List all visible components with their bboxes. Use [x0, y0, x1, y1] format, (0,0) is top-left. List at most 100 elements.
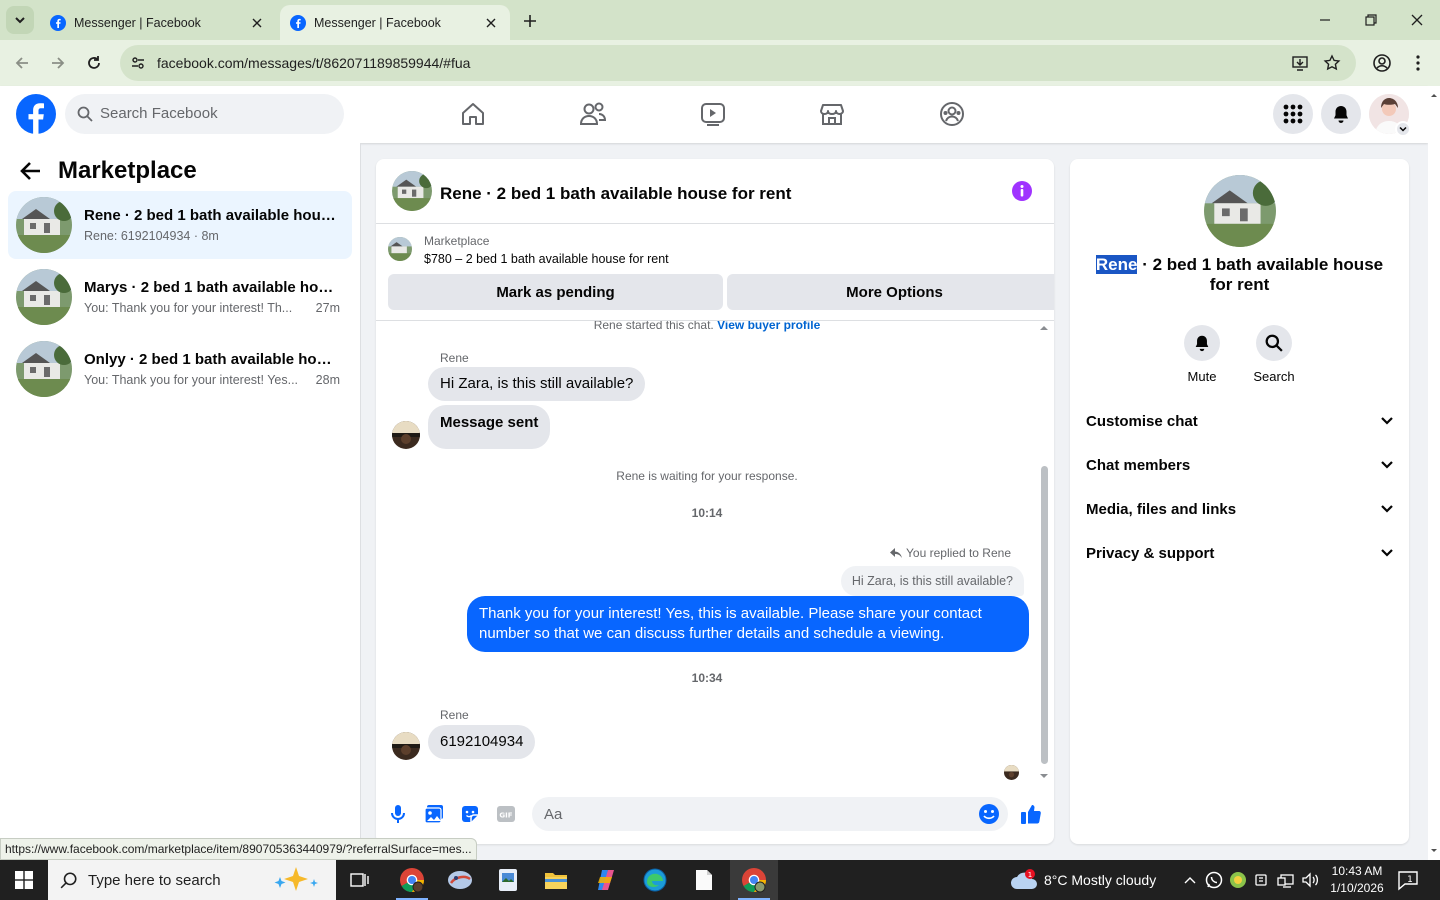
taskbar-app-game[interactable] — [436, 860, 484, 900]
message-thread[interactable]: Rene started this chat. View buyer profi… — [376, 321, 1054, 783]
message-input[interactable]: Aa — [532, 797, 1008, 831]
like-button[interactable] — [1020, 803, 1042, 825]
search-action[interactable]: Search — [1244, 325, 1304, 384]
bookmark-star-icon[interactable] — [1322, 53, 1342, 73]
mark-as-pending-button[interactable]: Mark as pending — [388, 274, 723, 310]
privacy-support-row[interactable]: Privacy & support — [1078, 531, 1401, 575]
taskbar-search-box[interactable]: Type here to search — [48, 860, 336, 900]
tray-meet-now[interactable] — [1252, 870, 1272, 890]
chrome-menu-button[interactable] — [1404, 49, 1432, 77]
listing-thumbnail[interactable] — [388, 237, 412, 261]
tray-volume[interactable] — [1300, 870, 1320, 890]
waiting-note: Rene is waiting for your response. — [616, 469, 798, 483]
taskbar-file-explorer[interactable] — [532, 860, 580, 900]
install-app-icon[interactable] — [1290, 53, 1310, 73]
scroll-up-arrow-icon[interactable] — [1428, 89, 1440, 101]
incoming-message[interactable]: Hi Zara, is this still available? — [428, 367, 646, 401]
profile-chrome-button[interactable] — [1368, 49, 1396, 77]
restore-button[interactable] — [1348, 0, 1394, 40]
attach-photo-button[interactable] — [423, 803, 445, 825]
tab-close-icon[interactable] — [482, 14, 500, 32]
chat-members-row[interactable]: Chat members — [1078, 443, 1401, 487]
start-button[interactable] — [0, 860, 48, 900]
forward-button[interactable] — [44, 49, 72, 77]
taskbar-notepad[interactable] — [680, 860, 728, 900]
voice-clip-button[interactable] — [387, 803, 409, 825]
conversation-item[interactable]: Marys · 2 bed 1 bath available house for… — [8, 263, 352, 331]
back-arrow-icon[interactable] — [20, 161, 42, 181]
chat-avatar[interactable] — [392, 171, 432, 211]
nav-video[interactable] — [698, 99, 728, 129]
reload-button[interactable] — [80, 49, 108, 77]
nav-groups[interactable] — [937, 99, 967, 129]
scroll-up-arrow-icon[interactable] — [1038, 323, 1050, 333]
facebook-search-input[interactable]: Search Facebook — [65, 94, 344, 134]
incoming-message[interactable]: Message sent — [428, 405, 551, 449]
account-caret[interactable] — [1395, 121, 1411, 137]
outgoing-message[interactable]: Thank you for your interest! Yes, this i… — [467, 596, 1029, 652]
message-scrollbar[interactable] — [1038, 321, 1050, 783]
listing-avatar[interactable] — [1204, 175, 1276, 247]
conversation-item[interactable]: Onlyy · 2 bed 1 bath available house for… — [8, 335, 352, 403]
tray-whatsapp[interactable] — [1204, 870, 1224, 890]
nav-marketplace[interactable] — [817, 99, 847, 129]
marketplace-label: Marketplace — [424, 234, 490, 248]
search-in-chat-button[interactable] — [1256, 325, 1292, 361]
taskbar-edge[interactable] — [631, 860, 679, 900]
task-view-button[interactable] — [336, 860, 384, 900]
close-window-button[interactable] — [1394, 0, 1440, 40]
sender-avatar[interactable] — [392, 732, 420, 760]
view-buyer-profile-link[interactable]: View buyer profile — [717, 321, 820, 332]
mute-action[interactable]: Mute — [1172, 325, 1232, 384]
sender-avatar[interactable] — [392, 421, 420, 449]
browser-tab-active[interactable]: Messenger | Facebook — [280, 5, 510, 40]
selected-text: Rene — [1095, 255, 1138, 274]
marketplace-listing-card: Marketplace $780 – 2 bed 1 bath availabl… — [376, 225, 1054, 321]
conversation-time: 27m — [315, 301, 340, 315]
taskbar-chrome-profile[interactable] — [388, 860, 436, 900]
sticker-button[interactable] — [459, 803, 481, 825]
tab-search-button[interactable] — [6, 6, 34, 34]
gif-button[interactable]: GIF — [495, 803, 517, 825]
more-options-button[interactable]: More Options — [727, 274, 1054, 310]
minimize-button[interactable] — [1302, 0, 1348, 40]
chevron-down-icon — [1381, 417, 1393, 425]
browser-tab[interactable]: Messenger | Facebook — [40, 5, 276, 40]
notification-center-button[interactable]: 1 — [1396, 868, 1420, 892]
info-icon[interactable] — [1011, 180, 1033, 202]
new-tab-button[interactable] — [518, 9, 542, 33]
quoted-message[interactable]: Hi Zara, is this still available? — [840, 566, 1024, 596]
tray-network[interactable] — [1276, 870, 1296, 890]
taskbar-copilot[interactable] — [582, 860, 630, 900]
scroll-down-arrow-icon[interactable] — [1428, 845, 1440, 857]
conversation-item[interactable]: Rene · 2 bed 1 bath available house for … — [8, 191, 352, 259]
scrollbar-thumb[interactable] — [1041, 466, 1048, 764]
show-hidden-icons[interactable] — [1180, 870, 1200, 890]
network-icon — [1277, 874, 1294, 888]
listing-description[interactable]: $780 – 2 bed 1 bath available house for … — [424, 252, 669, 266]
emoji-icon[interactable] — [978, 803, 1000, 825]
site-info-icon[interactable] — [128, 53, 148, 73]
facebook-logo-icon[interactable] — [16, 94, 56, 134]
address-bar[interactable]: facebook.com/messages/t/862071189859944/… — [120, 45, 1356, 81]
nav-friends[interactable] — [578, 99, 608, 129]
back-button[interactable] — [8, 49, 36, 77]
taskbar-app-photos[interactable] — [484, 860, 532, 900]
menu-button[interactable] — [1273, 94, 1313, 134]
page-scrollbar[interactable] — [1428, 86, 1440, 860]
taskbar-clock[interactable]: 10:43 AM 1/10/2026 — [1322, 863, 1392, 897]
tab-close-icon[interactable] — [248, 14, 266, 32]
search-placeholder: Search Facebook — [100, 105, 218, 122]
notifications-button[interactable] — [1321, 94, 1361, 134]
taskbar-chrome-active[interactable] — [730, 860, 778, 900]
conversation-snippet: You: Thank you for your interest! Th... — [84, 301, 293, 315]
scroll-down-arrow-icon[interactable] — [1038, 771, 1050, 781]
nav-home[interactable] — [458, 99, 488, 129]
incoming-message[interactable]: 6192104934 — [428, 725, 536, 759]
media-files-links-row[interactable]: Media, files and links — [1078, 487, 1401, 531]
conversation-subtitle: You: Thank you for your interest! Yes...… — [84, 373, 340, 387]
tray-app-green[interactable] — [1228, 870, 1248, 890]
taskbar-weather[interactable]: 1 8°C Mostly cloudy — [1010, 860, 1156, 900]
mute-button[interactable] — [1184, 325, 1220, 361]
customise-chat-row[interactable]: Customise chat — [1078, 399, 1401, 443]
